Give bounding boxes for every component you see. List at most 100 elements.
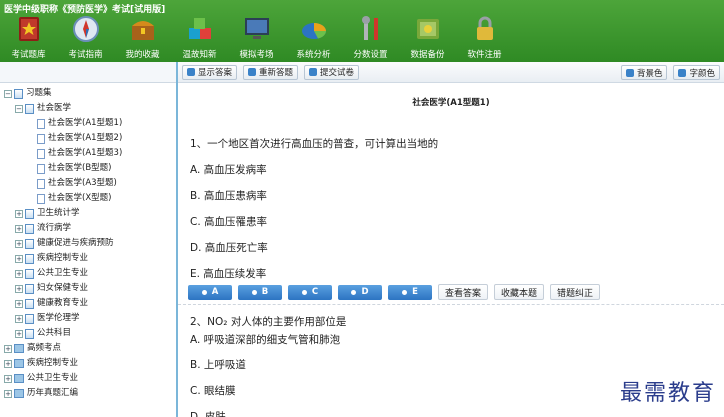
question-2-option-d[interactable]: D. 皮肤 [190, 409, 226, 417]
tree-group[interactable]: + 公共卫生专业 [0, 266, 176, 281]
tree-group[interactable]: + 健康教育专业 [0, 296, 176, 311]
tree-label: 疾病控制专业 [27, 358, 79, 368]
tree-group[interactable]: + 健康促进与疾病预防 [0, 236, 176, 251]
show-answer-button[interactable]: 显示答案 [182, 64, 238, 80]
palette-icon [625, 68, 634, 77]
tree-leaf[interactable]: 社会医学(A1型题1) [0, 116, 176, 131]
tree-label: 健康促进与疾病预防 [37, 238, 114, 248]
font-color-button[interactable]: 字颜色 [673, 65, 720, 80]
book-icon [25, 223, 34, 234]
tree-root-item[interactable]: + 疾病控制专业 [0, 356, 176, 371]
toolbar-analysis-button[interactable]: 系统分析 [285, 12, 342, 62]
tree-label: 高频考点 [27, 343, 62, 353]
eye-icon [187, 68, 195, 76]
tree-label: 社会医学 [37, 103, 72, 113]
tree-root-item[interactable]: + 历年真题汇编 [0, 386, 176, 401]
monitor-icon [242, 14, 272, 44]
tree-label: 社会医学(A1型题3) [48, 148, 123, 158]
toolbar-register-button[interactable]: 软件注册 [456, 12, 513, 62]
answer-b-button[interactable]: B [238, 284, 282, 300]
view-answer-button[interactable]: 查看答案 [438, 284, 489, 300]
tree-leaf[interactable]: 社会医学(X型题) [0, 191, 176, 206]
toolbar-label: 温故知新 [182, 50, 217, 60]
expand-icon[interactable]: + [4, 359, 12, 368]
tree-root-item[interactable]: + 公共卫生专业 [0, 371, 176, 386]
radio-dot-icon [301, 289, 307, 295]
toolbar-backup-button[interactable]: 数据备份 [399, 12, 456, 62]
answer-c-button[interactable]: C [288, 284, 332, 300]
collapse-icon[interactable]: − [4, 89, 12, 98]
answer-e-button[interactable]: E [388, 284, 432, 300]
tree-leaf[interactable]: 社会医学(A1型题3) [0, 146, 176, 161]
tree-node-parent[interactable]: − 社会医学 [0, 101, 176, 116]
compass-icon [71, 14, 101, 44]
question-1-option-e[interactable]: E. 高血压续发率 [190, 266, 266, 281]
question-2-option-b[interactable]: B. 上呼吸道 [190, 357, 246, 372]
expand-icon[interactable]: + [4, 344, 12, 353]
color-controls: 背景色 字颜色 [620, 65, 720, 80]
tree-label: 社会医学(A3型题) [48, 178, 117, 188]
tree-group[interactable]: + 卫生统计学 [0, 206, 176, 221]
button-label: 背景色 [636, 68, 663, 79]
tree-leaf[interactable]: 社会医学(A3型题) [0, 176, 176, 191]
expand-icon[interactable]: + [15, 224, 23, 233]
toolbar-score-settings-button[interactable]: 分数设置 [342, 12, 399, 62]
submit-exam-button[interactable]: 提交试卷 [304, 64, 360, 80]
question-2-option-c[interactable]: C. 眼结膜 [190, 383, 236, 398]
question-1-text: 1、一个地区首次进行高血压的普查，可计算出当地的 [190, 138, 439, 150]
tree-group[interactable]: + 公共科目 [0, 326, 176, 341]
favorite-question-button[interactable]: 收藏本题 [494, 284, 545, 300]
toolbar-favorites-button[interactable]: 我的收藏 [114, 12, 171, 62]
answer-d-button[interactable]: D [338, 284, 382, 300]
expand-icon[interactable]: + [15, 314, 23, 323]
toolbar-review-button[interactable]: 温故知新 [171, 12, 228, 62]
toolbar-question-bank-button[interactable]: 考试题库 [0, 12, 57, 62]
tree-leaf[interactable]: 社会医学(A1型题2) [0, 131, 176, 146]
question-1-option-c[interactable]: C. 高血压罹患率 [190, 214, 267, 229]
tree-label: 疾病控制专业 [37, 253, 89, 263]
expand-icon[interactable]: + [4, 374, 12, 383]
expand-icon[interactable]: + [4, 389, 12, 398]
expand-icon[interactable]: + [15, 299, 23, 308]
answer-label: D [361, 287, 369, 297]
toolbar-label: 系统分析 [296, 50, 331, 60]
tree-label: 医学伦理学 [37, 313, 80, 323]
expand-icon[interactable]: + [15, 209, 23, 218]
expand-icon[interactable]: + [15, 269, 23, 278]
collapse-icon[interactable]: − [15, 104, 23, 113]
tree-group[interactable]: + 医学伦理学 [0, 311, 176, 326]
answer-a-button[interactable]: A [188, 284, 232, 300]
expand-icon[interactable]: + [15, 239, 23, 248]
question-1-option-a[interactable]: A. 高血压发病率 [190, 162, 267, 177]
expand-icon[interactable]: + [15, 254, 23, 263]
tree-label: 公共卫生专业 [27, 373, 79, 383]
font-icon [678, 68, 687, 77]
page-icon [37, 133, 45, 144]
report-error-button[interactable]: 错题纠正 [550, 284, 601, 300]
button-label: 字颜色 [689, 68, 715, 79]
page-icon [37, 163, 45, 174]
tree-group[interactable]: + 疾病控制专业 [0, 251, 176, 266]
pie-chart-icon [299, 14, 329, 44]
cubes-icon [185, 14, 215, 44]
tree-label: 社会医学(X型题) [48, 193, 112, 203]
restart-button[interactable]: 重新答题 [243, 64, 299, 80]
tree-leaf[interactable]: 社会医学(B型题) [0, 161, 176, 176]
question-2-text: 2、NO₂ 对人体的主要作用部位是 [190, 316, 347, 328]
question-1-option-d[interactable]: D. 高血压死亡率 [190, 240, 268, 255]
app-header: 医学中级职称《预防医学》考试[试用版] 考试题库 考试指南 我的收藏 温故知新 [0, 0, 724, 62]
question-2-option-a[interactable]: A. 呼吸道深部的细支气管和肺泡 [190, 332, 340, 347]
tree-root-item[interactable]: + 高频考点 [0, 341, 176, 356]
background-color-button[interactable]: 背景色 [620, 65, 668, 80]
toolbar-mock-exam-button[interactable]: 模拟考场 [228, 12, 285, 62]
toolbar-exam-guide-button[interactable]: 考试指南 [57, 12, 114, 62]
tree-group[interactable]: + 妇女保健专业 [0, 281, 176, 296]
toolbar-label: 考试指南 [68, 50, 103, 60]
expand-icon[interactable]: + [15, 284, 23, 293]
tree-group[interactable]: + 流行病学 [0, 221, 176, 236]
question-1-option-b[interactable]: B. 高血压患病率 [190, 188, 267, 203]
radio-dot-icon [201, 289, 207, 295]
question-content: 社会医学(A1型题1) 1、一个地区首次进行高血压的普查，可计算出当地的 A. … [178, 84, 724, 417]
tree-node-root[interactable]: − 习题集 [0, 86, 176, 101]
expand-icon[interactable]: + [15, 329, 23, 338]
